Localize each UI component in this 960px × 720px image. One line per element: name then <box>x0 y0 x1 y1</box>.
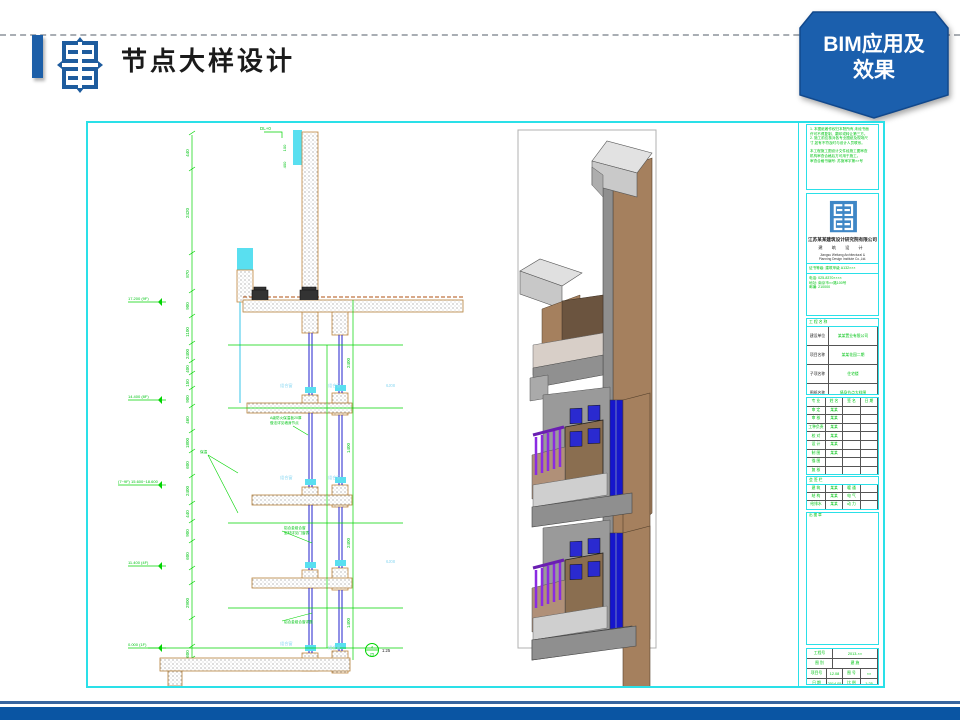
svg-text:1400: 1400 <box>346 617 351 628</box>
svg-text:组合窗: 组合窗 <box>328 644 341 651</box>
presentation-slide: 节点大样设计 BIM应用及 效果 <box>0 0 960 720</box>
dimension-labels-left: 440 2420 870 900 1100 2400 400 150 900 4… <box>185 149 190 658</box>
svg-text:DL+0: DL+0 <box>260 126 271 131</box>
svg-text:组合窗: 组合窗 <box>328 382 341 389</box>
ribbon-line1: BIM应用及 <box>795 32 953 58</box>
svg-text:1800: 1800 <box>185 437 190 448</box>
titleblock-notes: 1. 本图纸著作权归本院所有,未经书面 许可不得复制、翻印或转让第三方。 2. … <box>806 124 879 190</box>
header-accent-bar <box>32 35 43 78</box>
svg-text:6J08: 6J08 <box>386 383 396 388</box>
window-sills <box>305 385 346 651</box>
svg-text:400: 400 <box>282 161 287 168</box>
titleblock-countersign: 会 签 栏 建 筑某某暖 通 结 构某某电 气 给排水某某动 力 工 艺总 图 <box>806 476 879 510</box>
svg-text:11.400 (4F): 11.400 (4F) <box>128 560 149 565</box>
titleblock-project: 工 程 名 称 建设单位 某某置业有限公司 项目名称 某某花园二期 子项名称 住… <box>806 318 879 395</box>
insulation-cyan-left <box>237 248 253 270</box>
wall-main <box>302 132 318 300</box>
svg-text:900: 900 <box>185 302 190 310</box>
svg-text:1:25: 1:25 <box>382 648 391 653</box>
svg-text:A级防火保温板20厚: A级防火保温板20厚 <box>270 415 302 420</box>
svg-text:铝合金组合窗详图: 铝合金组合窗详图 <box>284 619 313 624</box>
titleblock-signatures: 专 业 姓 名 签 名 日 期 审 定某某 审 核某某 工种负责某某 校 对某某… <box>806 397 879 475</box>
footer-bar <box>0 707 960 720</box>
svg-text:2900: 2900 <box>185 597 190 608</box>
ribbon-line2: 效果 <box>795 58 953 84</box>
detail-bubble: 4 25 1:25 <box>366 644 391 657</box>
svg-text:1100: 1100 <box>185 327 190 337</box>
svg-text:440: 440 <box>185 510 190 518</box>
titleblock-divider <box>798 123 799 686</box>
svg-text:2400: 2400 <box>346 357 351 368</box>
svg-text:4: 4 <box>371 645 374 650</box>
svg-text:型材详见门窗表: 型材详见门窗表 <box>284 530 310 535</box>
elevation-markers: 17.200 (9F) 14.400 (8F) (7~9F) 15.600~18… <box>118 296 166 652</box>
svg-text:100: 100 <box>282 144 287 151</box>
company-subtitle: 建 筑 设 计 <box>807 245 878 251</box>
svg-text:600: 600 <box>185 552 190 560</box>
wall-column-right <box>332 300 348 673</box>
svg-text:900: 900 <box>185 529 190 537</box>
svg-text:做法详见墙身节点: 做法详见墙身节点 <box>270 420 299 425</box>
svg-text:150: 150 <box>185 379 190 387</box>
cert-line: 证书等级: 建筑甲级 A132××× <box>807 266 878 271</box>
insulation-cyan <box>293 130 302 165</box>
bim-3d-view <box>518 130 656 686</box>
svg-text:2400: 2400 <box>185 485 190 496</box>
svg-text:组合窗: 组合窗 <box>280 640 293 647</box>
drawing-sheet: 440 2420 870 900 1100 2400 400 150 900 4… <box>86 121 885 688</box>
svg-text:25: 25 <box>370 652 375 657</box>
cad-notes: A级防火保温板20厚做法详见墙身节点 铝合金组合窗型材详见门窗表 铝合金组合窗详… <box>200 415 313 624</box>
svg-text:600: 600 <box>185 650 190 658</box>
titleblock-bottom-rows: 工程号2013-×× 图 别建 施 项目号12.08 图 号×× 日 期2014… <box>806 648 879 685</box>
svg-text:6J08: 6J08 <box>386 559 396 564</box>
svg-text:2400: 2400 <box>185 348 190 359</box>
parapet-label: DL+0 100 400 <box>260 126 287 168</box>
svg-text:600: 600 <box>185 461 190 469</box>
cad-drawing-area: 440 2420 870 900 1100 2400 400 150 900 4… <box>88 123 800 686</box>
svg-text:2420: 2420 <box>185 207 190 218</box>
svg-text:17.200 (9F): 17.200 (9F) <box>128 296 149 301</box>
company-logo-icon <box>57 37 103 93</box>
svg-text:440: 440 <box>185 149 190 157</box>
svg-text:1400: 1400 <box>346 442 351 453</box>
titleblock-logo-icon <box>807 200 879 234</box>
svg-text:保温: 保温 <box>200 449 208 454</box>
company-name-en: Jiangsu Weitang Architectural & Planning… <box>807 253 878 261</box>
svg-text:组合窗: 组合窗 <box>328 474 341 481</box>
footer-thin-line <box>0 701 960 704</box>
svg-text:0.000 (1F): 0.000 (1F) <box>128 642 147 647</box>
svg-text:400: 400 <box>185 365 190 373</box>
ribbon-label: BIM应用及 效果 <box>795 32 953 84</box>
svg-text:铝合金组合窗: 铝合金组合窗 <box>284 525 306 530</box>
titleblock-brand: 江苏某某建筑设计研究院有限公司 建 筑 设 计 Jiangsu Weitang … <box>806 193 879 316</box>
titleblock: 1. 本图纸著作权归本院所有,未经书面 许可不得复制、翻印或转让第三方。 2. … <box>805 123 882 686</box>
svg-text:组合窗: 组合窗 <box>280 474 293 481</box>
titleblock-stamp-area: 出 图 章 <box>806 512 879 645</box>
svg-text:460: 460 <box>185 416 190 424</box>
svg-text:2400: 2400 <box>346 537 351 548</box>
svg-text:(7~9F) 15.600~18.600: (7~9F) 15.600~18.600 <box>118 479 159 484</box>
svg-text:14.400 (8F): 14.400 (8F) <box>128 394 149 399</box>
page-title: 节点大样设计 <box>121 41 295 78</box>
cad-section-view: 440 2420 870 900 1100 2400 400 150 900 4… <box>118 126 463 686</box>
company-name-cn: 江苏某某建筑设计研究院有限公司 <box>807 237 878 243</box>
svg-text:870: 870 <box>185 270 190 278</box>
svg-text:900: 900 <box>185 395 190 403</box>
wall-main-spandrels <box>302 312 318 671</box>
svg-text:组合窗: 组合窗 <box>280 382 293 389</box>
